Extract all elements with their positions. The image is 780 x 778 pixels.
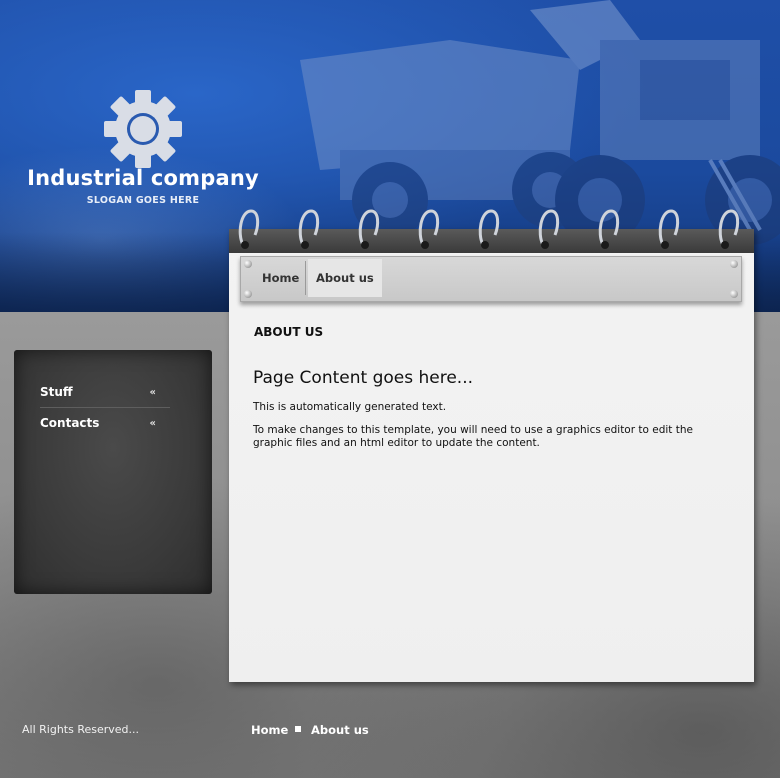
- double-chevron-left-icon: «: [149, 417, 156, 429]
- rivet: [244, 260, 252, 268]
- section-title: ABOUT US: [254, 325, 324, 339]
- nav-divider: [305, 261, 306, 295]
- content-heading: Page Content goes here...: [253, 368, 474, 388]
- footer-link-home[interactable]: Home: [251, 723, 288, 737]
- nav-about-us[interactable]: About us: [308, 259, 382, 297]
- footer-bullet: [295, 726, 301, 732]
- double-chevron-left-icon: «: [149, 386, 156, 398]
- footer-link-about-us[interactable]: About us: [311, 723, 369, 737]
- rivet: [244, 290, 252, 298]
- spiral-rings: [238, 209, 740, 249]
- nav-home[interactable]: Home: [254, 259, 307, 297]
- rivet: [730, 290, 738, 298]
- company-name: Industrial company: [27, 166, 259, 190]
- sidebar-item-stuff[interactable]: Stuff «: [40, 377, 156, 407]
- footer-copyright: All Rights Reserved...: [22, 723, 140, 736]
- content-paragraph: To make changes to this template, you wi…: [253, 424, 693, 449]
- gear-icon: [104, 90, 182, 168]
- sidebar-item-label: Contacts: [40, 416, 100, 430]
- sidebar-item-contacts[interactable]: Contacts «: [40, 408, 156, 438]
- content-paragraph: This is automatically generated text.: [253, 401, 447, 413]
- sidebar-item-label: Stuff: [40, 385, 73, 399]
- rivet: [730, 260, 738, 268]
